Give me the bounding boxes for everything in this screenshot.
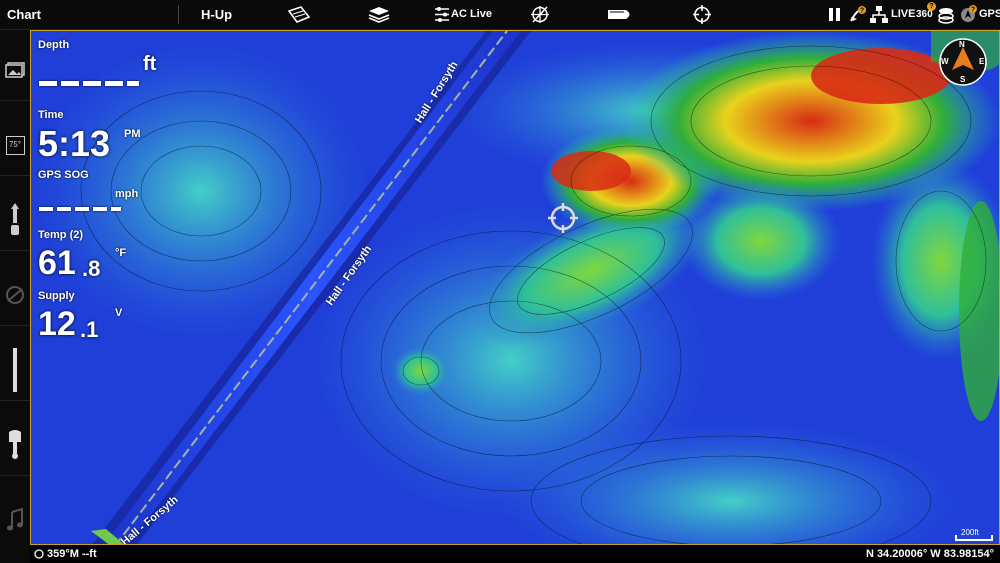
ac-live-button[interactable]: AC Live	[451, 0, 492, 29]
temp-title: Temp (2)	[38, 229, 84, 241]
chart-map[interactable]: Hall - Forsyth Hall - Forsyth Hall - For…	[30, 30, 1000, 545]
contour-map	[31, 31, 999, 544]
ac-live-icon	[435, 7, 449, 22]
compass-s: S	[960, 75, 966, 84]
live-label[interactable]: LIVE	[891, 0, 915, 29]
sog-dash	[111, 207, 121, 211]
temp-unit: °F	[115, 247, 127, 259]
position-readout: N 34.20006° W 83.98154°	[865, 548, 994, 560]
sidebar-button-trolling-motor[interactable]	[0, 190, 30, 251]
bottom-status-bar: 359°M --ft N 34.20006° W 83.98154°	[30, 545, 1000, 563]
compass-rose[interactable]: N E S W	[938, 37, 988, 87]
sidebar-button-outboard[interactable]	[0, 415, 30, 476]
livescope-icon[interactable]	[937, 5, 955, 24]
trolling-motor-icon	[11, 203, 19, 235]
heading-circle-icon	[34, 549, 44, 559]
boat-icon[interactable]	[606, 5, 634, 24]
temp-main: 61	[38, 244, 76, 282]
supply-main: 12	[38, 305, 76, 343]
pause-icon[interactable]	[828, 5, 842, 24]
live-360-indicator[interactable]: 360 ?	[914, 2, 936, 27]
sog-title: GPS SOG	[38, 169, 89, 181]
spot-lock-icon	[6, 286, 24, 304]
sonar-icon[interactable]: ?	[848, 5, 868, 24]
images-icon	[5, 62, 25, 78]
map-scale: 200ft	[953, 528, 995, 542]
chart-overlay-icon[interactable]	[287, 5, 311, 24]
sidebar-button-talon[interactable]	[0, 340, 30, 401]
scale-text: 200ft	[961, 528, 979, 537]
compass-n: N	[959, 40, 965, 49]
time-ampm: PM	[124, 128, 141, 140]
sidebar-button-spot-lock[interactable]	[0, 265, 30, 326]
badge-360: ?	[927, 2, 936, 11]
depth-unit: ft	[143, 53, 157, 75]
sog-dash	[93, 207, 107, 211]
shallow-anchor-icon	[13, 348, 17, 392]
divider	[178, 5, 179, 24]
sog-dash	[39, 207, 53, 211]
depth-dash	[39, 81, 57, 86]
supply-decimal: .1	[80, 317, 99, 342]
depth-dash	[83, 81, 101, 86]
layers-icon[interactable]	[367, 5, 391, 24]
top-bar: Chart H-Up AC Live ? LIVE 360 ? ? GPS	[0, 0, 1000, 30]
orientation-button[interactable]: H-Up	[201, 0, 232, 29]
compass-e: E	[979, 57, 985, 66]
compass-w: W	[941, 57, 949, 66]
sog-dash	[75, 207, 89, 211]
badge-gps: ?	[971, 7, 975, 14]
depth-dash	[105, 81, 123, 86]
depth-dash	[61, 81, 79, 86]
outboard-motor-icon	[9, 430, 21, 459]
sog-dash	[57, 207, 71, 211]
time-value: 5:13	[38, 123, 111, 164]
sidebar-temp-label: 75°	[8, 139, 22, 149]
gps-status-icon[interactable]: ?	[958, 5, 978, 24]
temp-decimal: .8	[82, 256, 101, 281]
sog-unit: mph	[115, 188, 139, 200]
music-icon	[7, 508, 23, 531]
sidebar-button-temp[interactable]: 75°	[0, 115, 30, 176]
supply-unit: V	[115, 307, 123, 319]
gps-label[interactable]: GPS	[979, 0, 1000, 29]
sidebar-button-images[interactable]	[0, 40, 30, 101]
heading-readout: 359°M --ft	[47, 548, 97, 560]
target-off-icon[interactable]	[530, 5, 550, 24]
time-title: Time	[38, 109, 64, 121]
left-sidebar: 75°	[0, 30, 30, 563]
badge-sonar: ?	[860, 8, 864, 15]
page-title[interactable]: Chart	[7, 0, 41, 29]
depth-title: Depth	[38, 39, 70, 51]
supply-title: Supply	[38, 290, 75, 302]
crosshair-icon[interactable]	[692, 5, 712, 24]
sidebar-button-music[interactable]	[0, 490, 30, 550]
temp-calendar-icon: 75°	[5, 135, 25, 155]
depth-dash	[127, 81, 139, 86]
network-icon[interactable]	[869, 5, 889, 24]
